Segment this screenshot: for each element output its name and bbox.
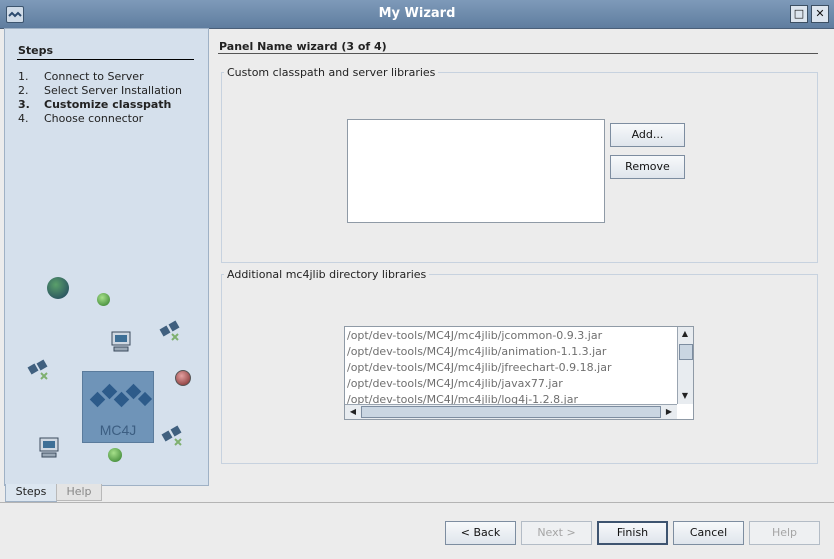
footer-separator — [0, 502, 834, 503]
list-item[interactable]: /opt/dev-tools/MC4J/mc4jlib/javax77.jar — [347, 377, 563, 390]
computer-icon — [111, 331, 131, 353]
horizontal-scrollbar[interactable]: ◀ ▶ — [345, 404, 677, 419]
cancel-button[interactable]: Cancel — [673, 521, 744, 545]
panel-title: Panel Name wizard (3 of 4) — [219, 40, 387, 53]
scroll-down-icon[interactable]: ▼ — [679, 390, 691, 402]
remove-button[interactable]: Remove — [610, 155, 685, 179]
mc4j-logo: MC4J — [82, 371, 154, 443]
step-1: 1. Connect to Server — [18, 70, 144, 83]
step-2: 2. Select Server Installation — [18, 84, 182, 97]
step-3: 3. Customize classpath — [18, 98, 172, 111]
add-button[interactable]: Add... — [610, 123, 685, 147]
list-item[interactable]: /opt/dev-tools/MC4J/mc4jlib/animation-1.… — [347, 345, 606, 358]
list-item[interactable]: /opt/dev-tools/MC4J/mc4jlib/jcommon-0.9.… — [347, 329, 602, 342]
vertical-scroll-thumb[interactable] — [679, 344, 693, 360]
window-title: My Wizard — [378, 6, 456, 21]
custom-classpath-list[interactable] — [347, 119, 605, 223]
logo-text: MC4J — [99, 422, 137, 438]
additional-libraries-label: Additional mc4jlib directory libraries — [224, 268, 430, 281]
scroll-up-icon[interactable]: ▲ — [679, 328, 691, 340]
maximize-icon: □ — [793, 7, 805, 20]
steps-heading: Steps — [18, 44, 54, 57]
scroll-right-icon[interactable]: ▶ — [663, 406, 675, 418]
scroll-left-icon[interactable]: ◀ — [347, 406, 359, 418]
close-icon: ✕ — [815, 7, 825, 20]
steps-panel: Steps 1. Connect to Server 2. Select Serve… — [4, 28, 209, 486]
additional-libraries-list[interactable]: /opt/dev-tools/MC4J/mc4jlib/jcommon-0.9.… — [344, 326, 694, 420]
network-nodes-icon-2 — [27, 359, 51, 381]
green-light-icon-2 — [108, 448, 122, 462]
help-button[interactable]: Help — [749, 521, 820, 545]
vertical-scrollbar[interactable]: ▲ ▼ — [677, 327, 693, 404]
network-nodes-icon — [159, 319, 181, 341]
computer-icon-2 — [39, 437, 59, 459]
step-4: 4. Choose connector — [18, 112, 144, 125]
green-light-icon — [97, 293, 110, 306]
steps-divider — [17, 59, 194, 60]
custom-classpath-label: Custom classpath and server libraries — [224, 66, 439, 79]
globe-icon — [47, 277, 69, 299]
list-item[interactable]: /opt/dev-tools/MC4J/mc4jlib/jfreechart-0… — [347, 361, 612, 374]
red-light-icon — [175, 370, 191, 386]
title-bar[interactable]: My Wizard □ ✕ — [0, 0, 834, 29]
close-button[interactable]: ✕ — [811, 5, 829, 23]
finish-button[interactable]: Finish — [597, 521, 668, 545]
tab-steps[interactable]: Steps — [5, 484, 57, 502]
maximize-button[interactable]: □ — [790, 5, 808, 23]
tab-help[interactable]: Help — [56, 484, 102, 501]
panel-divider — [218, 53, 818, 54]
network-nodes-icon-3 — [161, 425, 185, 447]
back-button[interactable]: < Back — [445, 521, 516, 545]
horizontal-scroll-thumb[interactable] — [361, 406, 661, 418]
next-button[interactable]: Next > — [521, 521, 592, 545]
